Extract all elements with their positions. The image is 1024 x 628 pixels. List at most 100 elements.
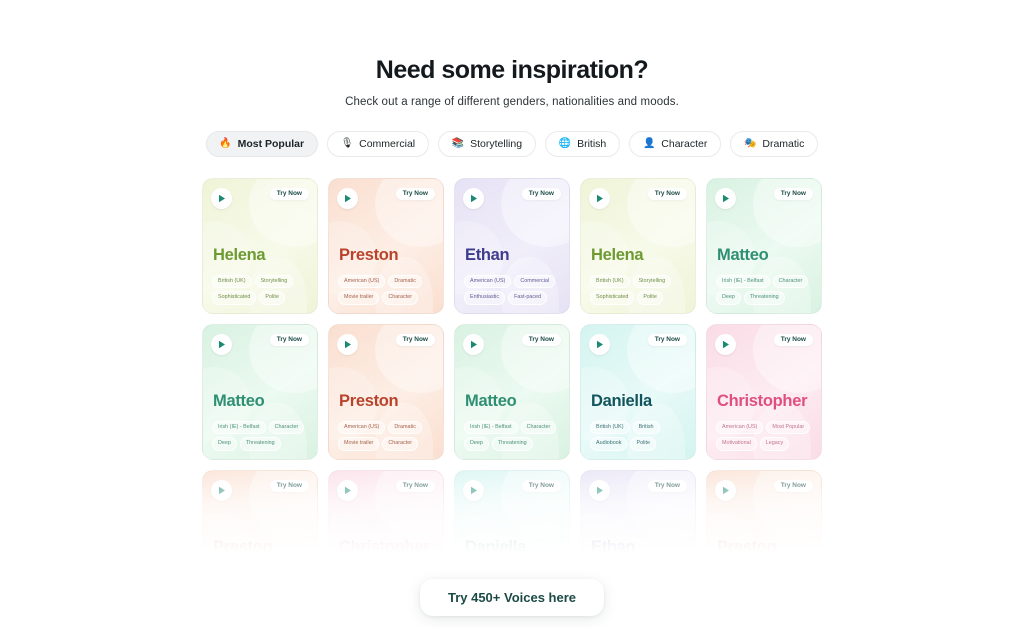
card-top-bar: Try Now — [211, 333, 309, 355]
voice-tag: Motivational — [716, 437, 757, 451]
voice-name: Helena — [213, 246, 266, 265]
card-top-bar: Try Now — [337, 479, 435, 501]
play-button[interactable] — [337, 479, 358, 501]
filter-pill-character[interactable]: 👤 Character — [629, 130, 722, 157]
page-header: Need some inspiration? Check out a range… — [345, 56, 679, 107]
try-now-badge[interactable]: Try Now — [269, 333, 309, 346]
voice-card[interactable]: Try NowDaniellaBritish (UK)BritishAudiob… — [454, 469, 570, 561]
play-button[interactable] — [589, 333, 610, 355]
voice-tag: Dramatic — [388, 274, 422, 289]
voice-card[interactable]: Try NowEthanAmerican (US)CommercialEnthu… — [580, 469, 696, 561]
voice-tag-list: American (US) Commercial Enthusiastic Fast-… — [463, 274, 561, 305]
voice-tag: Audiobook — [590, 437, 628, 451]
filter-pill-british[interactable]: 🌐 British — [545, 130, 621, 157]
filter-pill-storytelling[interactable]: 📚 Storytelling — [438, 130, 537, 157]
card-top-bar: Try Now — [337, 187, 435, 209]
voice-name: Helena — [591, 246, 644, 265]
voice-card[interactable]: Try NowPrestonAmerican (US)DramaticMovie… — [328, 323, 444, 460]
voice-tag: Dramatic — [388, 420, 422, 435]
play-button[interactable] — [463, 187, 484, 209]
voice-name: Christopher — [339, 538, 430, 557]
try-now-badge[interactable]: Try Now — [773, 333, 813, 346]
voice-tag: Character — [268, 420, 305, 435]
try-now-badge[interactable]: Try Now — [773, 479, 813, 492]
try-now-badge[interactable]: Try Now — [773, 187, 813, 200]
voice-card[interactable]: Try NowDaniellaBritish (UK)BritishAudiob… — [580, 323, 696, 460]
voice-tag-list: American (US) Most Popular Motivational Leg… — [715, 420, 813, 451]
books-icon: 📚 — [451, 137, 465, 149]
voice-tag: Storytelling — [254, 274, 294, 289]
play-button[interactable] — [337, 333, 358, 355]
voice-name: Matteo — [465, 392, 517, 411]
filter-pill-commercial[interactable]: 🎙 Commercial — [327, 130, 430, 157]
card-top-bar: Try Now — [211, 187, 309, 209]
play-button[interactable] — [715, 333, 736, 355]
voice-card[interactable]: Try NowPrestonAmerican (US)DramaticMovie… — [706, 469, 822, 561]
voice-card[interactable]: Try Now Helena British (UK) Storytelling Sop… — [580, 177, 696, 314]
filter-pill-most-popular[interactable]: 🔥 Most Popular — [205, 130, 319, 157]
play-icon — [470, 486, 477, 494]
try-voices-button[interactable]: Try 450+ Voices here — [419, 579, 605, 616]
voice-name: Matteo — [717, 246, 769, 265]
play-icon — [344, 486, 351, 494]
play-icon — [470, 194, 477, 202]
voice-name: Daniella — [591, 392, 652, 411]
card-top-bar: Try Now — [337, 333, 435, 355]
voice-card[interactable]: Try Now Helena British (UK) Storytelling Sop… — [202, 177, 318, 314]
card-top-bar: Try Now — [715, 187, 813, 209]
play-icon — [596, 194, 603, 202]
play-button[interactable] — [589, 479, 610, 501]
voice-card[interactable]: Try Now Matteo Irish (IE) - Belfast Charact… — [706, 177, 822, 314]
filter-pill-dramatic[interactable]: 🎭 Dramatic — [730, 130, 819, 157]
play-button[interactable] — [337, 187, 358, 209]
voice-card[interactable]: Try NowPrestonAmerican (US)DramaticMovie… — [202, 469, 318, 561]
voice-tag: British (UK) — [590, 274, 630, 289]
play-button[interactable] — [715, 187, 736, 209]
try-now-badge[interactable]: Try Now — [647, 479, 687, 492]
voice-card[interactable]: Try NowChristopherAmerican (US)Most Popu… — [706, 323, 822, 460]
play-button[interactable] — [211, 187, 232, 209]
play-button[interactable] — [211, 479, 232, 501]
voice-name: Ethan — [465, 246, 510, 265]
voice-tag-list: British (UK) Storytelling Sophisticated Pol… — [211, 274, 309, 305]
voice-card[interactable]: Try Now Matteo Irish (IE) - Belfast Charact… — [454, 323, 570, 460]
voice-tag: Deep — [212, 437, 237, 451]
try-now-badge[interactable]: Try Now — [521, 187, 561, 200]
fire-icon: 🔥 — [219, 137, 232, 149]
play-icon — [218, 340, 225, 348]
play-icon — [596, 486, 603, 494]
voice-name: Preston — [339, 392, 399, 411]
play-button[interactable] — [715, 479, 736, 501]
try-now-badge[interactable]: Try Now — [269, 479, 309, 492]
voice-name: Matteo — [213, 392, 265, 411]
card-top-bar: Try Now — [715, 333, 813, 355]
voice-card[interactable]: Try Now Ethan American (US)CommercialEnthu… — [454, 177, 570, 314]
try-now-badge[interactable]: Try Now — [395, 333, 435, 346]
try-now-badge[interactable]: Try Now — [647, 187, 687, 200]
try-now-badge[interactable]: Try Now — [521, 333, 561, 346]
try-now-badge[interactable]: Try Now — [395, 479, 435, 492]
voice-card[interactable]: Try NowPrestonAmerican (US)DramaticMovie… — [328, 177, 444, 314]
globe-icon: 🌐 — [558, 137, 572, 149]
voice-card[interactable]: Try NowChristopherAmerican (US)Most Popu… — [328, 469, 444, 561]
voice-name: Preston — [339, 246, 399, 265]
play-icon — [722, 486, 729, 494]
voice-tag: American (US) — [716, 420, 764, 435]
try-now-badge[interactable]: Try Now — [269, 187, 309, 200]
microphone-icon: 🎙 — [340, 137, 354, 149]
play-button[interactable] — [463, 333, 484, 355]
try-now-badge[interactable]: Try Now — [395, 187, 435, 200]
voice-card[interactable]: Try Now Matteo Irish (IE) - Belfast Charact… — [202, 323, 318, 460]
voice-tag-list: Irish (IE) - Belfast Character Deep Threate… — [211, 420, 309, 451]
voice-tag: Movie trailer — [338, 291, 380, 305]
voice-tag: Polite — [630, 437, 656, 451]
try-now-badge[interactable]: Try Now — [647, 333, 687, 346]
voice-tag: Irish (IE) - Belfast — [212, 420, 266, 435]
voice-tag: Character — [382, 291, 419, 305]
try-now-badge[interactable]: Try Now — [521, 479, 561, 492]
play-button[interactable] — [463, 479, 484, 501]
play-button[interactable] — [589, 187, 610, 209]
voice-tag: Deep — [464, 437, 489, 451]
voice-name: Ethan — [591, 538, 636, 557]
play-button[interactable] — [211, 333, 232, 355]
